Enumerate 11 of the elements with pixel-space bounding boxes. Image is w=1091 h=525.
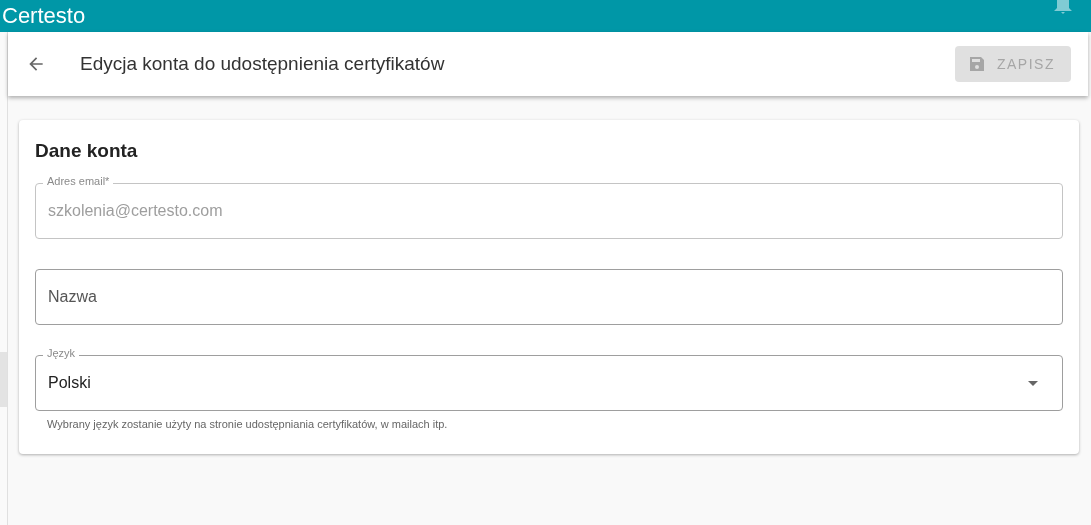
side-panel-tab[interactable]: [0, 352, 7, 407]
name-field[interactable]: Nazwa: [35, 269, 1063, 325]
app-logo-text[interactable]: Certesto: [2, 3, 86, 29]
field-label: Adres email*: [43, 175, 114, 187]
dropdown-caret-icon: [1028, 380, 1038, 386]
field-label: Język: [43, 347, 80, 359]
select-value: Polski: [48, 374, 92, 392]
page-title: Edycja konta do udostępnienia certyfikatów: [80, 53, 446, 75]
bell-icon[interactable]: [1053, 0, 1073, 14]
helper-text: Wybrany język zostanie użyty na stronie udostępniania certyfikatów, w mailach itp.: [47, 418, 449, 430]
card-title: Dane konta: [35, 140, 139, 162]
